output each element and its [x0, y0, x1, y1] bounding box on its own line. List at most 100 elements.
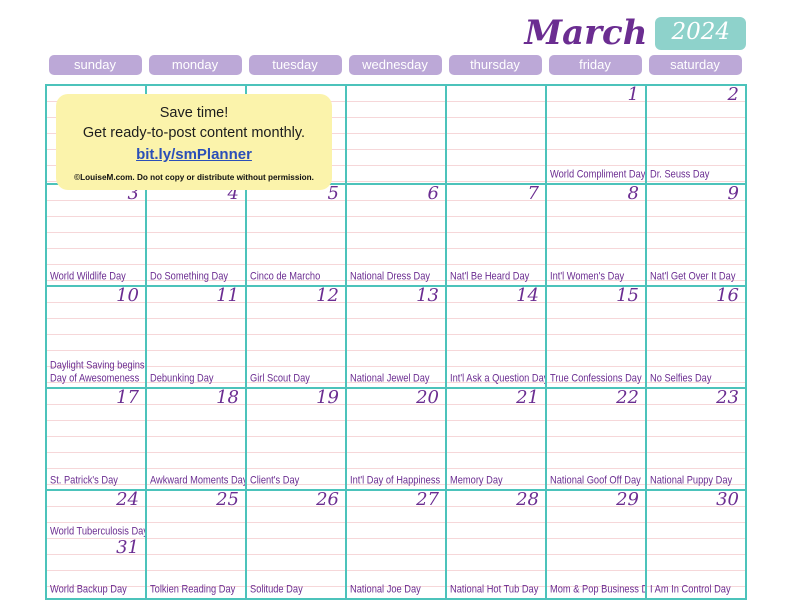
calendar-day-cell[interactable]: 27 National Joe Day [347, 491, 447, 598]
day-number: 15 [616, 287, 639, 306]
calendar-day-cell[interactable]: 10 Daylight Saving begins Day of Awesomene… [47, 287, 147, 387]
calendar-day-cell[interactable]: 20 Int'l Day of Happiness [347, 389, 447, 489]
month-name: March [524, 13, 648, 53]
day-event: Girl Scout Day [250, 372, 310, 384]
calendar-day-cell[interactable]: 9 Nat'l Get Over It Day [647, 185, 747, 285]
weekday-header-row: sunday monday tuesday wednesday thursday… [45, 54, 747, 75]
weekday-label: wednesday [348, 54, 442, 75]
day-event: Nat'l Get Over It Day [650, 270, 736, 282]
day-number: 26 [316, 491, 339, 510]
weekday-label: friday [548, 54, 642, 75]
day-event: National Hot Tub Day [450, 583, 539, 595]
weekday-header-tuesday: tuesday [245, 54, 345, 75]
calendar-day-cell[interactable]: 4 Do Something Day [147, 185, 247, 285]
day-number: 23 [716, 389, 739, 408]
year-badge: 2024 [655, 16, 746, 50]
promo-link[interactable]: bit.ly/smPlanner [64, 144, 324, 165]
day-number: 17 [116, 389, 139, 408]
day-event: Int'l Day of Happiness [350, 474, 441, 486]
weekday-header-monday: monday [145, 54, 245, 75]
day-event: Int'l Ask a Question Day [450, 372, 547, 384]
day-number: 2 [727, 86, 739, 105]
day-event: Nat'l Be Heard Day [450, 270, 530, 282]
day-event: True Confessions Day [550, 372, 642, 384]
day-event: Client's Day [250, 474, 300, 486]
calendar-day-cell[interactable]: 16 No Selfies Day [647, 287, 747, 387]
day-number: 5 [327, 185, 339, 204]
calendar-day-cell[interactable]: 30 I Am In Control Day [647, 491, 747, 598]
calendar-day-cell[interactable]: 8 Int'l Women's Day [547, 185, 647, 285]
day-number: 20 [416, 389, 439, 408]
promo-box: Save time! Get ready-to-post content mon… [56, 94, 332, 190]
calendar-day-cell[interactable]: 1 World Compliment Day [547, 86, 647, 183]
day-number: 19 [316, 389, 339, 408]
day-number: 18 [216, 389, 239, 408]
calendar-day-cell[interactable]: 3 World Wildlife Day [47, 185, 147, 285]
promo-headline: Save time! [159, 105, 229, 121]
calendar-day-cell[interactable]: 22 National Goof Off Day [547, 389, 647, 489]
calendar-day-cell[interactable]: 29 Mom & Pop Business Day [547, 491, 647, 598]
day-number: 21 [516, 389, 539, 408]
day-event: National Goof Off Day [550, 474, 641, 486]
calendar-day-cell[interactable] [447, 86, 547, 183]
promo-subheadline: Get ready-to-post content monthly. [82, 125, 306, 141]
calendar-week-row: 3 World Wildlife Day 4 Do Something Day 5 C… [47, 185, 747, 287]
calendar-day-cell[interactable]: 14 Int'l Ask a Question Day [447, 287, 547, 387]
calendar-day-cell[interactable]: 2 Dr. Seuss Day [647, 86, 747, 183]
day-number: 24 [116, 491, 139, 510]
day-number: 27 [416, 491, 439, 510]
weekday-header-thursday: thursday [445, 54, 545, 75]
day-number: 8 [627, 185, 639, 204]
day-event: National Dress Day [350, 270, 431, 282]
weekday-header-saturday: saturday [645, 54, 745, 75]
calendar-day-cell[interactable]: 5 Cinco de Marcho [247, 185, 347, 285]
day-number: 14 [516, 287, 539, 306]
calendar-day-cell[interactable]: 6 National Dress Day [347, 185, 447, 285]
day-event: Awkward Moments Day [150, 474, 247, 486]
day-event: Cinco de Marcho [250, 270, 321, 282]
calendar-day-cell[interactable]: 11 Debunking Day [147, 287, 247, 387]
calendar-day-cell[interactable]: 19 Client's Day [247, 389, 347, 489]
day-number: 12 [316, 287, 339, 306]
weekday-header-wednesday: wednesday [345, 54, 445, 75]
weekday-label: saturday [648, 54, 742, 75]
day-event: World Compliment Day [550, 168, 646, 180]
calendar-title-row: March 2024 [0, 14, 792, 52]
calendar-day-cell[interactable]: 7 Nat'l Be Heard Day [447, 185, 547, 285]
calendar-day-cell[interactable]: 23 National Puppy Day [647, 389, 747, 489]
day-number: 10 [116, 287, 139, 306]
day-event: National Jewel Day [350, 372, 430, 384]
day-event: National Joe Day [350, 583, 421, 595]
day-event: No Selfies Day [650, 372, 712, 384]
calendar-day-cell[interactable]: 18 Awkward Moments Day [147, 389, 247, 489]
calendar-day-cell[interactable]: 24 World Tuberculosis Day 31 World Backup D… [47, 491, 147, 598]
day-number: 30 [716, 491, 739, 510]
day-number: 6 [427, 185, 439, 204]
day-number: 29 [616, 491, 639, 510]
calendar-day-cell[interactable]: 25 Tolkien Reading Day [147, 491, 247, 598]
day-number-secondary: 31 [116, 537, 139, 558]
calendar-day-cell[interactable] [347, 86, 447, 183]
day-event: Memory Day [450, 474, 503, 486]
ruled-lines [347, 86, 445, 183]
calendar-day-cell[interactable]: 26 Solitude Day [247, 491, 347, 598]
calendar-day-cell[interactable]: 28 National Hot Tub Day [447, 491, 547, 598]
day-event: St. Patrick's Day [50, 474, 118, 486]
calendar-day-cell[interactable]: 15 True Confessions Day [547, 287, 647, 387]
weekday-label: sunday [48, 54, 142, 75]
day-event: Do Something Day [150, 270, 229, 282]
ruled-lines [447, 86, 545, 183]
day-number: 25 [216, 491, 239, 510]
calendar-day-cell[interactable]: 12 Girl Scout Day [247, 287, 347, 387]
day-number: 13 [416, 287, 439, 306]
day-number: 1 [627, 86, 639, 105]
day-number: 28 [516, 491, 539, 510]
day-event: I Am In Control Day [650, 583, 731, 595]
day-number: 9 [727, 185, 739, 204]
day-event: Debunking Day [150, 372, 214, 384]
calendar-day-cell[interactable]: 17 St. Patrick's Day [47, 389, 147, 489]
day-number: 16 [716, 287, 739, 306]
calendar-day-cell[interactable]: 13 National Jewel Day [347, 287, 447, 387]
day-number: 11 [216, 287, 239, 306]
calendar-day-cell[interactable]: 21 Memory Day [447, 389, 547, 489]
